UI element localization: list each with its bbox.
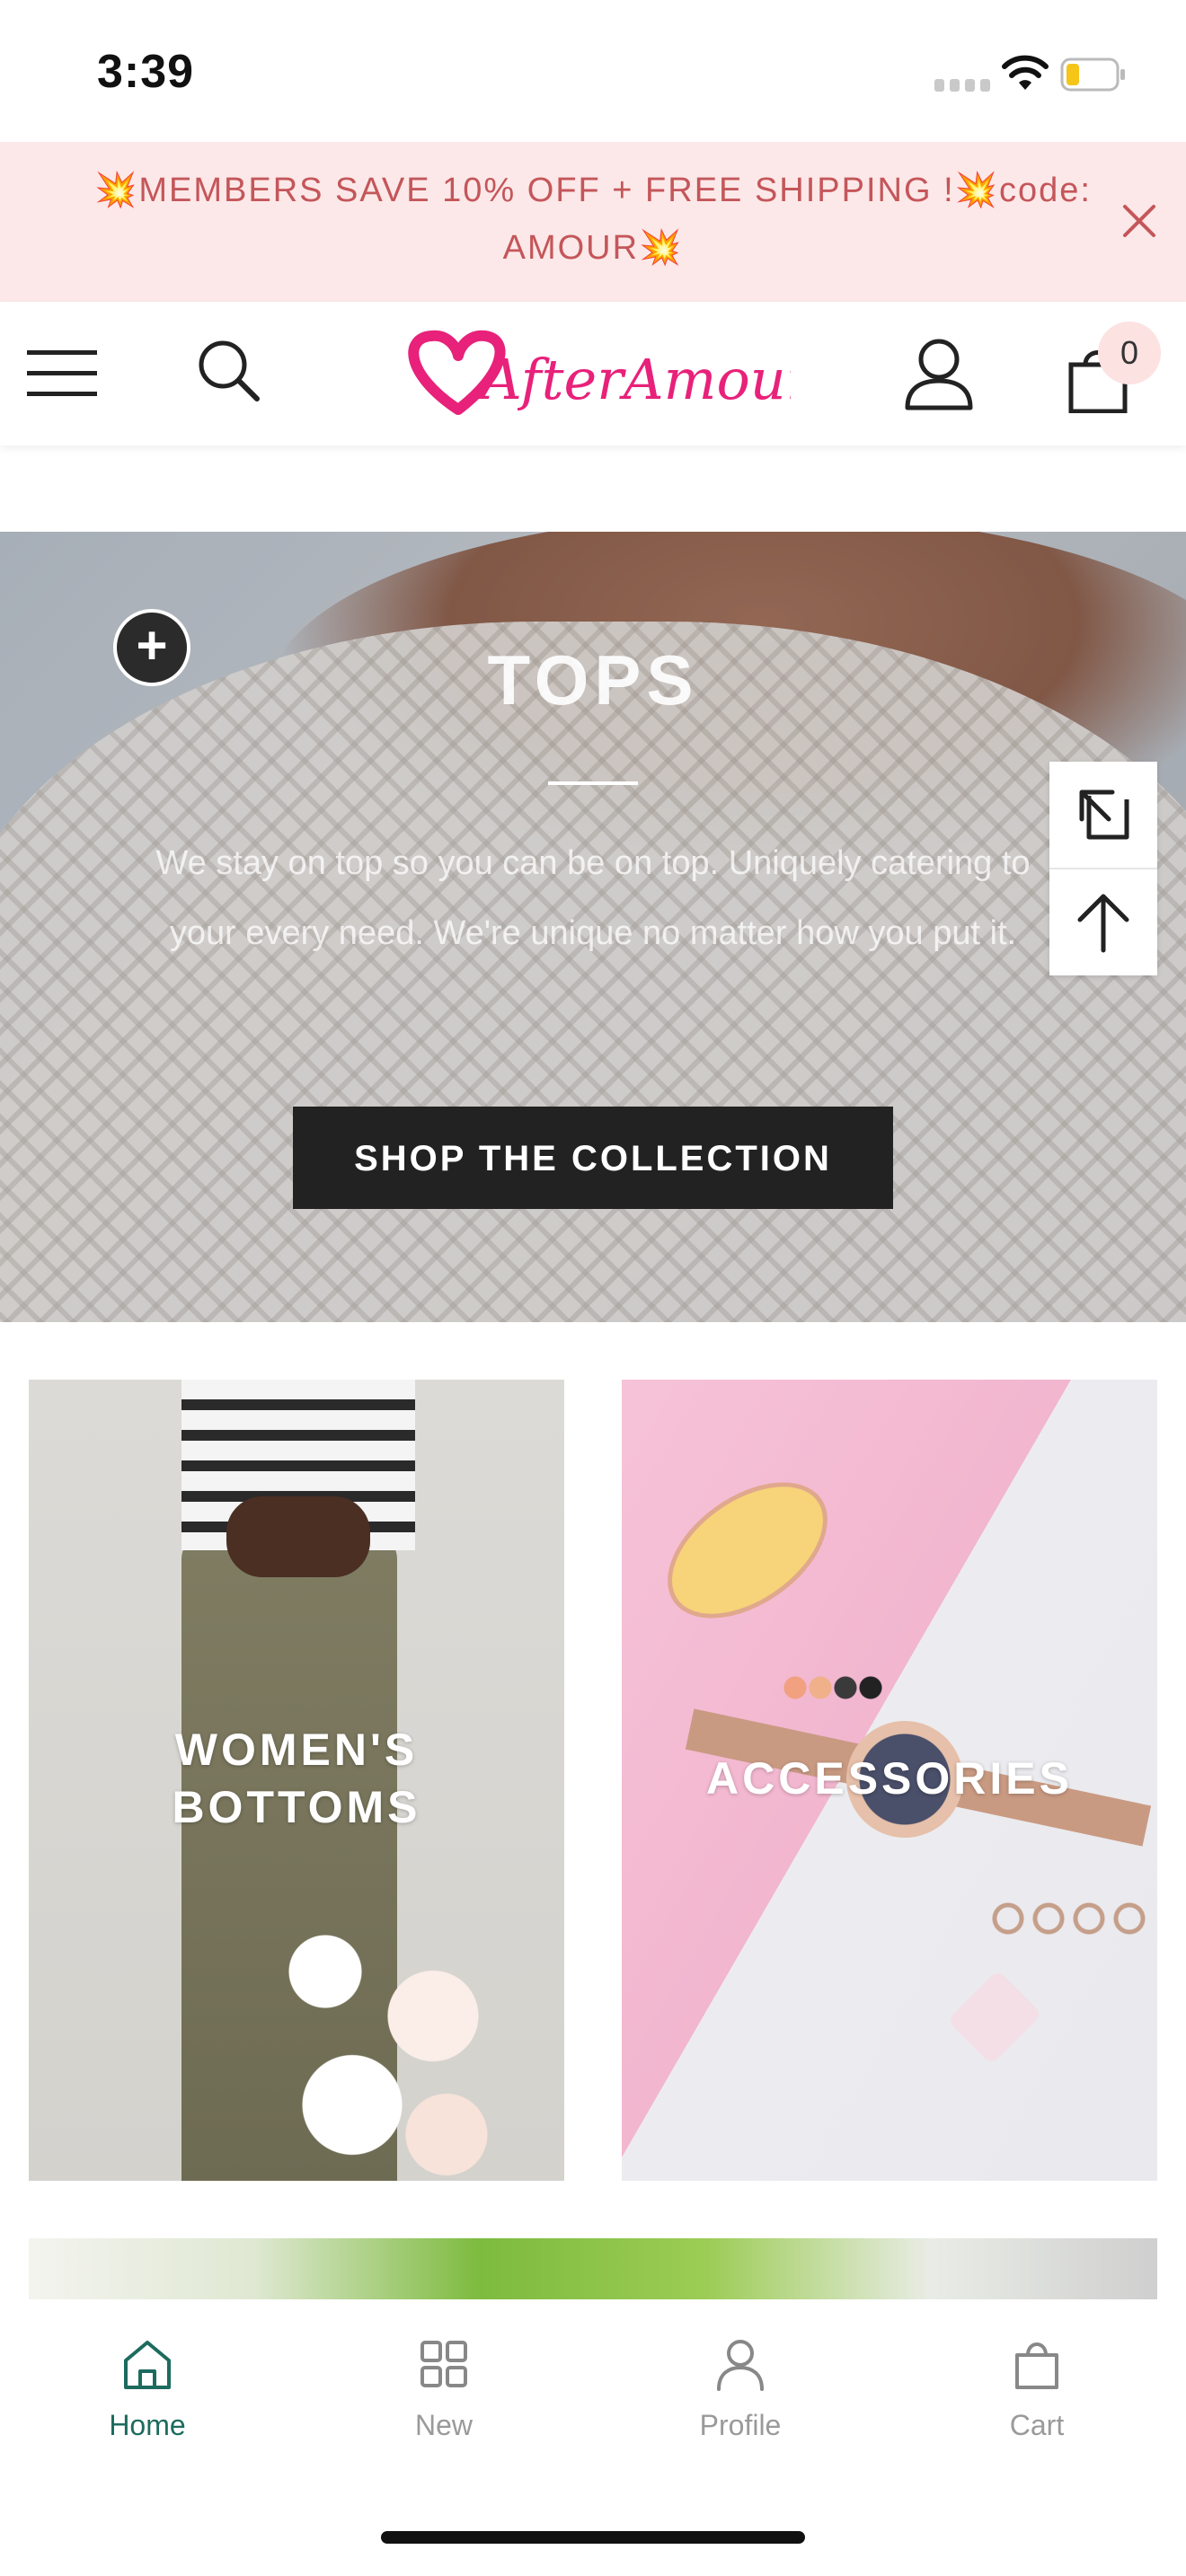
category-accessories[interactable]: ACCESSORIES: [622, 1380, 1157, 2181]
battery-icon: [1060, 57, 1125, 92]
grid-icon: [420, 2341, 467, 2387]
site-header: AfterAmour 0: [0, 302, 1186, 446]
accessories-image-sunglasses: [642, 1454, 853, 1646]
tab-new[interactable]: New: [354, 2335, 534, 2461]
menu-icon[interactable]: [27, 347, 97, 401]
promo-banner: 💥MEMBERS SAVE 10% OFF + FREE SHIPPING !💥…: [0, 142, 1186, 302]
wifi-icon: [1002, 55, 1049, 90]
bottoms-image-arm: [226, 1496, 370, 1577]
profile-icon: [717, 2340, 764, 2391]
hero-divider: [548, 781, 638, 785]
bottoms-image-flowers: [244, 1883, 514, 2179]
tab-label: Profile: [699, 2409, 782, 2441]
hero-banner: + TOPS We stay on top so you can be on t…: [0, 532, 1186, 1322]
category-label: ACCESSORIES: [706, 1753, 1073, 1804]
tab-label: Cart: [1009, 2409, 1065, 2441]
tab-profile[interactable]: Profile: [651, 2335, 830, 2461]
logo-text: AfterAmour: [477, 347, 791, 412]
tab-label: Home: [109, 2409, 186, 2441]
logo-heart-icon: AfterAmour: [408, 330, 816, 415]
accessories-image-earrings: [783, 1676, 882, 1699]
accessories-image-rings: [990, 1901, 1152, 1936]
brand-logo[interactable]: AfterAmour: [395, 320, 816, 428]
shop-collection-button[interactable]: SHOP THE COLLECTION: [293, 1107, 893, 1209]
next-section-image: [29, 2238, 1157, 2301]
user-icon[interactable]: [902, 336, 976, 411]
tab-cart[interactable]: Cart: [947, 2335, 1127, 2461]
category-label: WOMEN'S BOTTOMS: [172, 1725, 421, 1832]
scroll-top-button[interactable]: [1049, 869, 1157, 975]
accessories-image-pendant: [946, 1969, 1043, 2066]
cart-count-badge: 0: [1098, 322, 1161, 384]
expand-icon: [1079, 790, 1129, 840]
cellular-signal-icon: [934, 79, 990, 92]
close-icon[interactable]: [1116, 198, 1163, 244]
hero-description: We stay on top so you can be on top. Uni…: [155, 844, 1031, 952]
status-time: 3:39: [97, 46, 195, 98]
bag-icon: [1015, 2342, 1058, 2389]
home-icon: [124, 2341, 171, 2389]
promo-text: 💥MEMBERS SAVE 10% OFF + FREE SHIPPING !💥…: [94, 172, 1092, 267]
arrow-up-icon: [1077, 894, 1129, 953]
category-womens-bottoms[interactable]: WOMEN'S BOTTOMS: [29, 1380, 564, 2181]
search-icon[interactable]: [196, 338, 261, 402]
home-indicator: [381, 2531, 805, 2544]
expand-button[interactable]: [1049, 762, 1157, 869]
hero-title: TOPS: [487, 640, 699, 719]
status-bar: 3:39: [0, 0, 1186, 142]
tab-home[interactable]: Home: [58, 2335, 237, 2461]
tab-label: New: [414, 2409, 473, 2441]
floating-tools: [1049, 762, 1157, 975]
